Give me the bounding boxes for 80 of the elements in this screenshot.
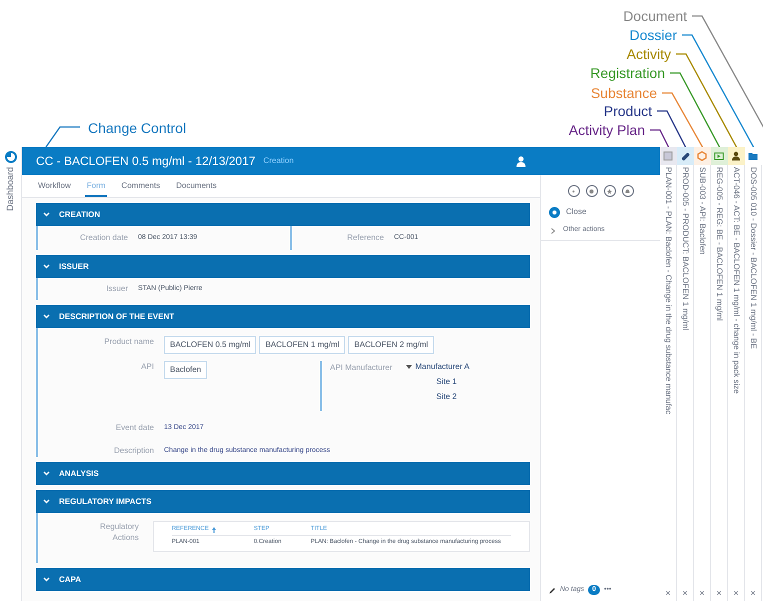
section-header[interactable]: CREATION — [36, 203, 530, 226]
field-label: Event date — [114, 422, 154, 434]
tree-item[interactable]: Site 1 — [406, 376, 470, 388]
section-title: CAPA — [59, 574, 82, 586]
section-title: REGULATORY IMPACTS — [59, 496, 152, 508]
callout-label: Change Control — [88, 119, 186, 137]
section-header[interactable]: REGULATORY IMPACTS — [36, 490, 530, 513]
section-title: CREATION — [59, 208, 100, 220]
chevron-icon — [43, 212, 50, 217]
sidebar-tab[interactable]: Dashboard — [4, 167, 18, 212]
chevron-icon — [551, 228, 555, 234]
chevron-icon — [43, 264, 50, 269]
remove-button[interactable]: × — [733, 588, 739, 598]
linked-object-link[interactable]: DOS-005 010 - Dossier - BACLOFEN 1 mg/ml - BE — [747, 167, 759, 349]
record-icon — [588, 188, 595, 194]
record-title: CC - BACLOFEN 0.5 mg/ml - 12/13/2017 — [36, 153, 256, 170]
field-label: API — [140, 361, 154, 373]
user-icon — [516, 156, 526, 166]
pill-icon — [680, 151, 690, 161]
linked-object-link[interactable]: PROD-005 - PRODUCT: BACLOFEN 1 mg/ml — [679, 167, 691, 330]
chevron-icon — [43, 471, 50, 476]
tab[interactable]: Comments — [119, 177, 162, 197]
field-label: Reference — [346, 232, 384, 244]
pencil-icon — [549, 586, 556, 594]
certificate-icon — [714, 151, 724, 161]
remove-button[interactable]: × — [750, 588, 756, 598]
callout-label: Product — [604, 102, 652, 120]
field-label: Creation date — [78, 232, 128, 244]
field-label: Regulatory Actions — [99, 521, 139, 543]
leader-line — [45, 126, 80, 148]
sort-icon — [212, 526, 216, 532]
section-title: DESCRIPTION OF THE EVENT — [59, 310, 174, 322]
callout-label: Substance — [590, 84, 657, 102]
close-action[interactable]: Close — [566, 206, 586, 218]
value-tag: BACLOFEN 1 mg/ml — [259, 336, 346, 354]
tab[interactable]: Workflow — [36, 177, 73, 197]
callout-label: Registration — [590, 64, 665, 82]
tree-item[interactable]: Manufacturer A — [415, 361, 470, 373]
remove-button[interactable]: × — [716, 588, 722, 598]
square-icon — [663, 151, 673, 161]
linked-object-link[interactable]: ACT-046 - ACT: BE - BACLOFEN 1 mg/ml - change in pack size — [730, 167, 742, 394]
linked-object-link[interactable]: PLAN-001 - PLAN: Baclofen - Change in the drug substance manufac — [662, 167, 674, 414]
callout-label: Dossier — [630, 26, 677, 44]
dot-button[interactable] — [568, 185, 580, 197]
value-tag: BACLOFEN 2 mg/ml — [348, 336, 434, 354]
person-icon — [731, 151, 741, 161]
status-label: Creation — [263, 155, 294, 167]
chevron-icon — [43, 577, 50, 582]
chevron-icon — [43, 499, 50, 504]
folder-icon — [748, 151, 758, 161]
field-label: Description — [112, 445, 154, 457]
remove-button[interactable]: × — [699, 588, 705, 598]
linked-object-link[interactable]: REG-005 - REG: BE - BACLOFEN 1 mg/ml — [713, 167, 725, 321]
remove-button[interactable]: × — [665, 588, 671, 598]
linked-object-link[interactable]: SUB-003 - API: Baclofen — [696, 167, 708, 255]
remove-button[interactable]: × — [682, 588, 688, 598]
field-label: API Manufacturer — [330, 362, 392, 374]
field-label: Issuer — [105, 283, 128, 295]
section-title: ISSUER — [59, 260, 89, 272]
section-title: ANALYSIS — [59, 468, 99, 480]
close-icon — [549, 206, 560, 218]
star-icon — [606, 188, 613, 194]
tab[interactable]: Documents — [174, 177, 219, 197]
hexagon-icon — [697, 151, 707, 161]
value-tag: BACLOFEN 0.5 mg/ml — [164, 336, 256, 354]
dot-icon — [570, 188, 577, 194]
section-header[interactable]: DESCRIPTION OF THE EVENT — [36, 305, 530, 328]
callout-label: Activity — [626, 45, 671, 63]
value-tag: Baclofen — [164, 361, 208, 379]
section-header[interactable]: ANALYSIS — [36, 462, 530, 485]
section-header[interactable]: CAPA — [36, 568, 530, 591]
callout-label: Activity Plan — [568, 121, 645, 139]
section-header[interactable]: ISSUER — [36, 255, 530, 278]
callout-label: Document — [623, 7, 687, 25]
star-button[interactable] — [604, 185, 616, 197]
field-label: Product name — [103, 336, 154, 348]
tree-item[interactable]: Site 2 — [406, 391, 470, 403]
dashboard-icon — [4, 151, 16, 163]
chevron-icon — [43, 314, 50, 319]
record-button[interactable] — [586, 185, 598, 197]
